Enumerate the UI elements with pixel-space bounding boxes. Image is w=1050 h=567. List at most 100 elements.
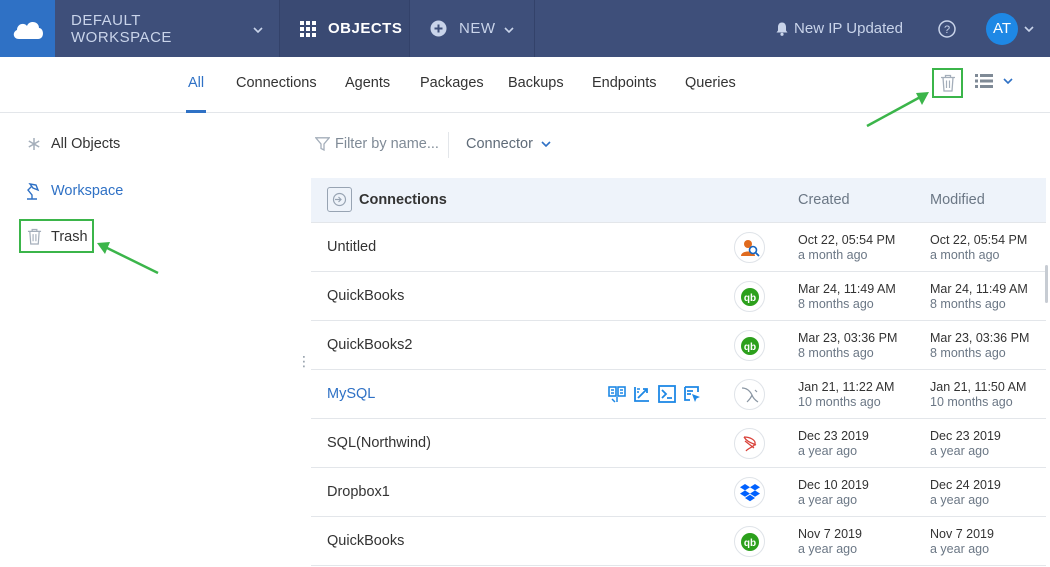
- modified-relative: a year ago: [930, 493, 990, 507]
- notification[interactable]: New IP Updated: [776, 20, 903, 37]
- modified-date: Nov 7 2019 a year ago: [930, 527, 994, 557]
- column-header-created[interactable]: Created: [798, 192, 850, 208]
- help-icon[interactable]: ?: [938, 19, 956, 38]
- avatar[interactable]: AT: [986, 12, 1018, 45]
- created-relative: a year ago: [798, 493, 858, 507]
- created-datetime: Mar 23, 03:36 PM: [798, 331, 898, 345]
- row-name[interactable]: SQL(Northwind): [327, 435, 431, 451]
- created-relative: a month ago: [798, 248, 868, 262]
- modified-date: Dec 23 2019 a year ago: [930, 429, 1001, 459]
- tab-connections[interactable]: Connections: [236, 75, 317, 91]
- table-header: Connections Created Modified: [311, 178, 1046, 223]
- modified-datetime: Mar 23, 03:36 PM: [930, 331, 1030, 345]
- mysql-icon: [734, 379, 765, 410]
- table-row[interactable]: QuickBooks2 qb Mar 23, 03:36 PM 8 months …: [311, 321, 1046, 370]
- modified-relative: a year ago: [930, 542, 990, 556]
- tab-backups[interactable]: Backups: [508, 75, 564, 91]
- row-name[interactable]: QuickBooks2: [327, 337, 412, 353]
- row-name[interactable]: QuickBooks: [327, 288, 404, 304]
- modified-date: Mar 23, 03:36 PM 8 months ago: [930, 331, 1029, 361]
- modified-date: Jan 21, 11:50 AM 10 months ago: [930, 380, 1026, 410]
- created-date: Dec 10 2019 a year ago: [798, 478, 869, 508]
- created-datetime: Oct 22, 05:54 PM: [798, 233, 896, 247]
- sidebar-item-workspace[interactable]: Workspace: [25, 182, 123, 200]
- modified-relative: 10 months ago: [930, 395, 1013, 409]
- data-explorer-icon[interactable]: [608, 385, 626, 403]
- workspace-selector[interactable]: DEFAULT WORKSPACE: [55, 0, 280, 57]
- table-title: Connections: [359, 192, 447, 208]
- terminal-icon[interactable]: [658, 385, 676, 403]
- created-date: Jan 21, 11:22 AM 10 months ago: [798, 380, 894, 410]
- created-datetime: Dec 10 2019: [798, 478, 869, 492]
- column-header-modified[interactable]: Modified: [930, 192, 985, 208]
- modified-relative: a month ago: [930, 248, 1000, 262]
- trash-button[interactable]: [932, 68, 963, 98]
- tab-packages[interactable]: Packages: [420, 75, 484, 91]
- created-datetime: Jan 21, 11:22 AM: [798, 380, 895, 394]
- new-menu[interactable]: NEW: [410, 0, 535, 57]
- filter-funnel-icon: [315, 137, 330, 151]
- schema-icon[interactable]: [633, 385, 651, 403]
- chevron-down-icon: [503, 20, 514, 37]
- resize-handle-icon[interactable]: ⋮: [297, 354, 311, 368]
- row-actions: [608, 385, 701, 403]
- dropbox-icon: [734, 477, 765, 508]
- quickbooks-icon: qb: [734, 526, 765, 557]
- workspace-label: DEFAULT WORKSPACE: [71, 11, 172, 46]
- tab-endpoints[interactable]: Endpoints: [592, 75, 657, 91]
- row-name[interactable]: MySQL: [327, 386, 375, 402]
- objects-menu[interactable]: OBJECTS: [280, 0, 410, 57]
- tab-agents[interactable]: Agents: [345, 75, 390, 91]
- user-search-icon: [734, 232, 765, 263]
- modified-datetime: Oct 22, 05:54 PM: [930, 233, 1028, 247]
- row-name[interactable]: Untitled: [327, 239, 376, 255]
- svg-text:qb: qb: [743, 342, 755, 353]
- created-date: Nov 7 2019 a year ago: [798, 527, 862, 557]
- modified-datetime: Jan 21, 11:50 AM: [930, 380, 1027, 394]
- asterisk-icon: [25, 137, 43, 151]
- row-name[interactable]: QuickBooks: [327, 533, 404, 549]
- connector-label: Connector: [466, 136, 533, 152]
- table-row[interactable]: QuickBooks qb Nov 7 2019 a year ago Nov 7…: [311, 517, 1046, 566]
- created-date: Dec 23 2019 a year ago: [798, 429, 869, 459]
- scrollbar-thumb[interactable]: [1045, 265, 1048, 303]
- sqlserver-icon: [734, 428, 765, 459]
- table-row[interactable]: Untitled Oct 22, 05:54 PM a month ago Oct…: [311, 223, 1046, 272]
- view-toggle[interactable]: [975, 73, 1013, 89]
- list-view-icon: [975, 73, 993, 89]
- modified-relative: a year ago: [930, 444, 990, 458]
- row-name[interactable]: Dropbox1: [327, 484, 390, 500]
- created-datetime: Mar 24, 11:49 AM: [798, 282, 896, 296]
- table-row[interactable]: MySQL Jan 21, 11:22 AM 10 months ago Jan …: [311, 370, 1046, 419]
- cloud-logo-icon[interactable]: [0, 0, 55, 57]
- modified-datetime: Mar 24, 11:49 AM: [930, 282, 1028, 296]
- modified-date: Dec 24 2019 a year ago: [930, 478, 1001, 508]
- sidebar-item-all-objects[interactable]: All Objects: [25, 136, 120, 152]
- filter-placeholder: Filter by name...: [335, 136, 439, 152]
- select-cursor-icon[interactable]: [683, 385, 701, 403]
- table-row[interactable]: Dropbox1 Dec 10 2019 a year ago Dec 24 20…: [311, 468, 1046, 517]
- divider: [448, 132, 449, 158]
- modified-relative: 8 months ago: [930, 297, 1006, 311]
- annotation-arrow: [97, 242, 159, 275]
- tab-queries[interactable]: Queries: [685, 75, 736, 91]
- table-row[interactable]: SQL(Northwind) Dec 23 2019 a year ago Dec…: [311, 419, 1046, 468]
- objects-label: OBJECTS: [328, 20, 403, 37]
- trash-highlight-box: [19, 219, 94, 253]
- created-relative: 8 months ago: [798, 346, 874, 360]
- trash-icon: [940, 74, 956, 92]
- tab-all[interactable]: All: [188, 75, 204, 91]
- bell-icon: [776, 22, 788, 36]
- top-bar: DEFAULT WORKSPACE OBJECTS NEW New IP Upd…: [0, 0, 1050, 57]
- created-relative: a year ago: [798, 542, 858, 556]
- modified-datetime: Nov 7 2019: [930, 527, 994, 541]
- chevron-down-icon[interactable]: [1024, 25, 1034, 32]
- svg-text:qb: qb: [743, 293, 755, 304]
- table-row[interactable]: QuickBooks qb Mar 24, 11:49 AM 8 months a…: [311, 272, 1046, 321]
- grid-icon: [300, 20, 316, 37]
- sidebar-item-label: All Objects: [51, 136, 121, 152]
- created-relative: 10 months ago: [798, 395, 881, 409]
- connector-dropdown[interactable]: Connector: [466, 136, 551, 152]
- filter-input[interactable]: Filter by name...: [315, 136, 439, 152]
- created-relative: 8 months ago: [798, 297, 874, 311]
